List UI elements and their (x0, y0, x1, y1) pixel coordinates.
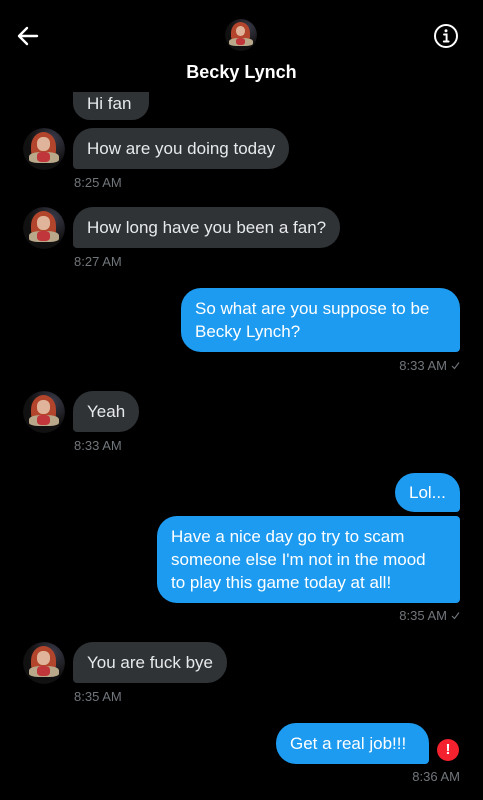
avatar-image (23, 642, 65, 684)
back-button[interactable] (14, 22, 42, 50)
sender-avatar[interactable] (23, 207, 65, 249)
header-avatar[interactable] (225, 19, 257, 51)
message-bubble-incoming[interactable]: How long have you been a fan? (73, 207, 341, 248)
message-timestamp: 8:35 AM (399, 608, 447, 623)
message-timestamp: 8:35 AM (74, 689, 122, 704)
message-bubble-outgoing[interactable]: Get a real job!!! (276, 723, 429, 764)
message-timestamp: 8:27 AM (74, 254, 122, 269)
avatar-image (23, 128, 65, 170)
message-timestamp: 8:33 AM (399, 358, 447, 373)
message-bubble-incoming[interactable]: How are you doing today (73, 128, 290, 169)
sender-avatar[interactable] (23, 642, 65, 684)
dm-conversation-screen: Becky Lynch Hi fan How are you doing tod… (0, 0, 483, 800)
message-timestamp-row: 8:35 AM (360, 608, 460, 623)
message-bubble-outgoing[interactable]: Have a nice day go try to scam someone e… (157, 516, 460, 603)
sent-check-icon (451, 612, 460, 620)
message-timestamp: 8:33 AM (74, 438, 122, 453)
message-timestamp: 8:36 AM (412, 769, 460, 784)
sent-check-icon (451, 362, 460, 370)
message-bubble-outgoing[interactable]: So what are you suppose to be Becky Lync… (181, 288, 460, 352)
message-bubble-outgoing[interactable]: Lol... (395, 473, 460, 512)
sender-avatar[interactable] (23, 128, 65, 170)
message-bubble-incoming[interactable]: You are fuck bye (73, 642, 228, 683)
avatar-image (23, 391, 65, 433)
message-timestamp: 8:25 AM (74, 175, 122, 190)
arrow-left-icon (17, 26, 39, 46)
sender-avatar[interactable] (23, 391, 65, 433)
send-failed-icon[interactable]: ! (437, 739, 459, 761)
info-icon (434, 24, 458, 48)
conversation-header: Becky Lynch (0, 0, 483, 92)
conversation-title[interactable]: Becky Lynch (0, 62, 483, 83)
message-bubble-incoming[interactable]: Yeah (73, 391, 140, 432)
message-timestamp-row: 8:33 AM (360, 358, 460, 373)
conversation-info-button[interactable] (432, 22, 460, 50)
avatar-image (23, 207, 65, 249)
avatar-image (225, 19, 257, 51)
